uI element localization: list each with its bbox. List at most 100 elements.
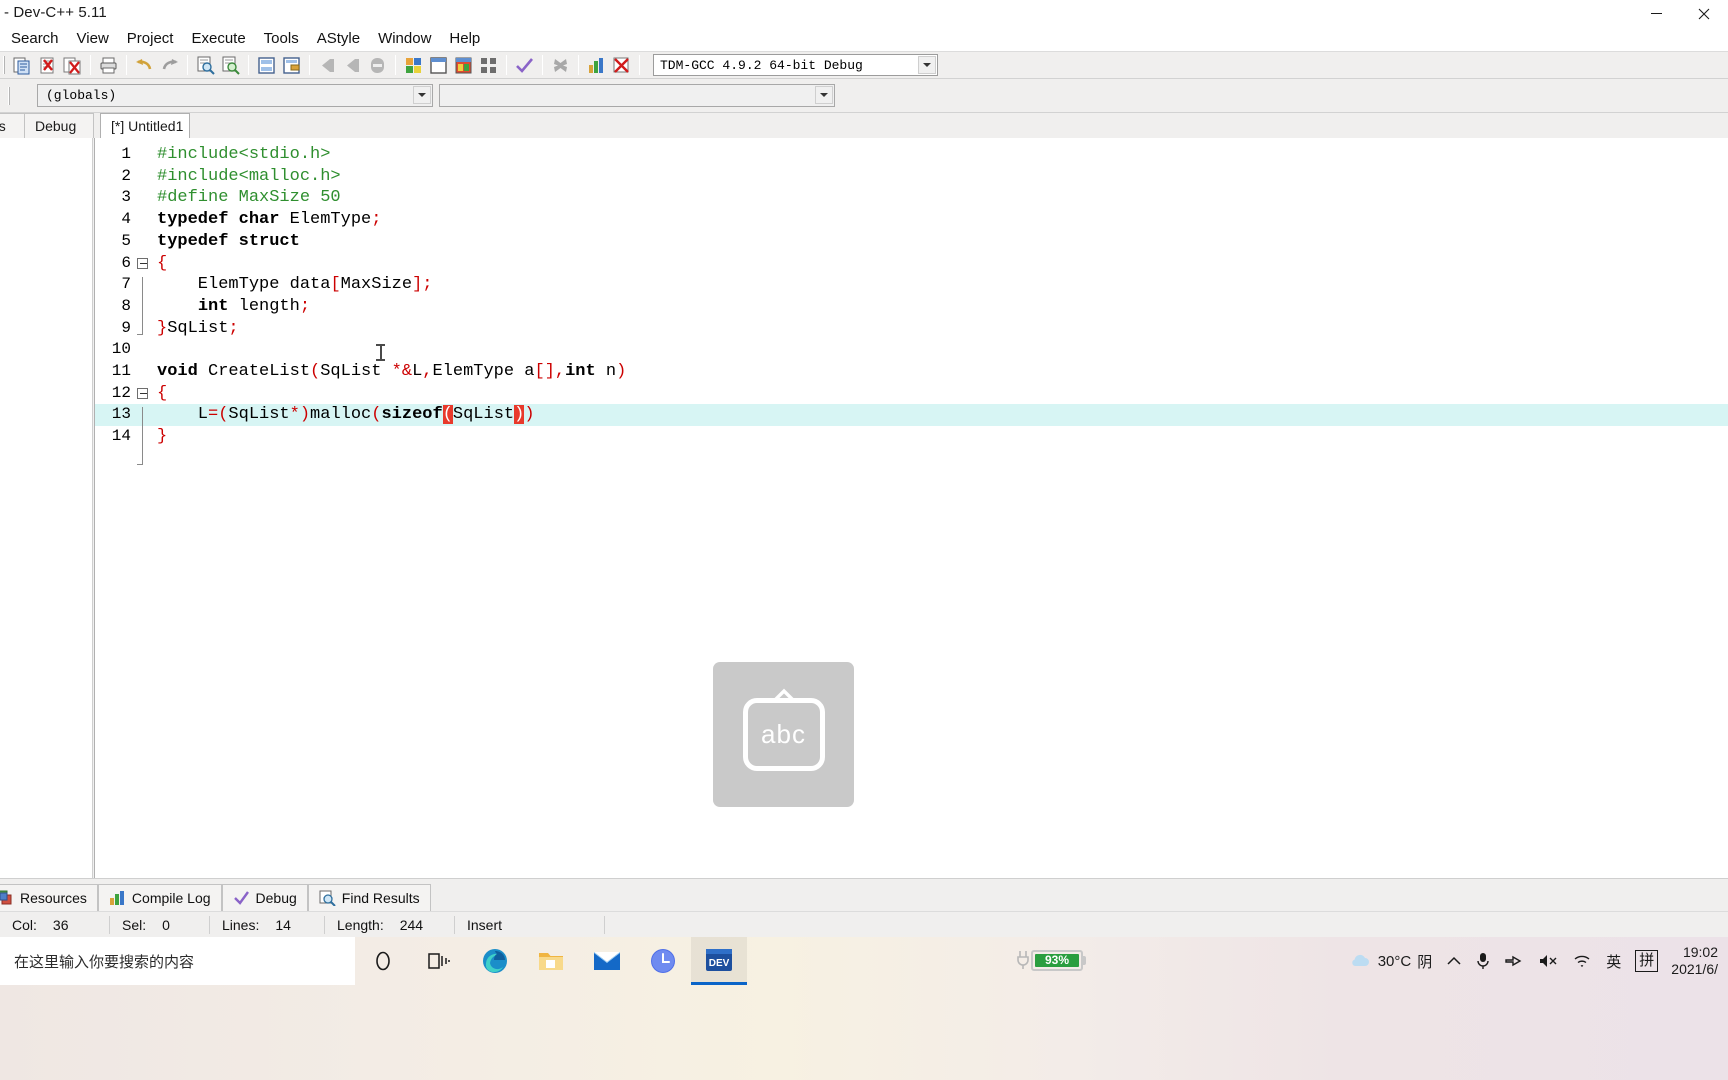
undo-icon[interactable] xyxy=(132,53,157,77)
taskbar-search-box[interactable]: 在这里输入你要搜索的内容 xyxy=(0,937,355,985)
print-icon[interactable] xyxy=(96,53,121,77)
cloud-icon xyxy=(1351,954,1369,966)
debug-icon[interactable] xyxy=(609,53,634,77)
bottom-tab-resources-label: Resources xyxy=(20,890,87,906)
taskbar-clock[interactable]: 19:02 2021/6/ xyxy=(1665,944,1728,979)
chevron-down-icon[interactable] xyxy=(815,86,833,104)
menu-tools[interactable]: Tools xyxy=(255,28,308,49)
onedrive-button[interactable] xyxy=(1497,954,1531,968)
toolbar-grip[interactable] xyxy=(1,54,8,76)
tab-debug-panel[interactable]: Debug xyxy=(24,113,94,138)
code-line[interactable]: 9}SqList; xyxy=(95,318,1728,340)
menu-window[interactable]: Window xyxy=(369,28,440,49)
code-line-text: L=(SqList*)malloc(sizeof(SqList)) xyxy=(157,404,535,426)
cortana-icon[interactable] xyxy=(355,937,411,985)
save-file-icon[interactable] xyxy=(60,53,85,77)
new-file-icon[interactable] xyxy=(10,53,35,77)
battery-indicator[interactable]: 93% xyxy=(1015,949,1086,971)
status-sel: Sel: 0 xyxy=(110,914,210,936)
title-bar: - Dev-C++ 5.11 xyxy=(0,0,1728,28)
forward-icon[interactable] xyxy=(340,53,365,77)
code-editor[interactable]: 1 #include<stdio.h> 2 #include<malloc.h> 3 #d… xyxy=(94,138,1728,878)
menu-execute[interactable]: Execute xyxy=(182,28,254,49)
goto-line-icon[interactable] xyxy=(254,53,279,77)
close-button[interactable] xyxy=(1680,0,1728,28)
class-browser-panel[interactable] xyxy=(0,138,93,878)
code-line[interactable]: 8 int length; xyxy=(95,296,1728,318)
scope-select[interactable]: (globals) xyxy=(37,84,433,107)
code-line[interactable]: 10 xyxy=(95,339,1728,361)
ime-mode-overlay: abc xyxy=(713,662,854,807)
menu-search[interactable]: Search xyxy=(2,28,68,49)
open-file-icon[interactable] xyxy=(35,53,60,77)
goto-function-icon[interactable] xyxy=(279,53,304,77)
compiler-select[interactable]: TDM-GCC 4.9.2 64-bit Debug xyxy=(653,54,938,76)
chevron-down-icon[interactable] xyxy=(413,86,431,104)
back-icon[interactable] xyxy=(315,53,340,77)
fold-toggle-icon[interactable] xyxy=(137,387,148,399)
menu-help[interactable]: Help xyxy=(440,28,489,49)
class-browser-tree[interactable] xyxy=(0,138,92,878)
minimize-button[interactable] xyxy=(1632,0,1680,28)
code-line[interactable]: 12 { xyxy=(95,383,1728,405)
chevron-down-icon[interactable] xyxy=(918,56,936,74)
ime-mode-button[interactable]: 拼 xyxy=(1628,950,1665,972)
tab-untitled1[interactable]: [*] Untitled1 xyxy=(100,113,190,138)
code-token: =( xyxy=(208,405,229,425)
compile-and-run-icon[interactable] xyxy=(451,53,476,77)
syntax-check-icon[interactable] xyxy=(512,53,537,77)
code-token: int xyxy=(565,362,596,381)
stop-icon[interactable] xyxy=(548,53,573,77)
find-icon[interactable] xyxy=(193,53,218,77)
code-line[interactable]: 1 #include<stdio.h> xyxy=(95,144,1728,166)
edge-icon[interactable] xyxy=(467,937,523,985)
code-line[interactable]: 4 typedef char ElemType; xyxy=(95,209,1728,231)
microphone-button[interactable] xyxy=(1469,952,1497,970)
toggle-bookmark-icon[interactable] xyxy=(365,53,390,77)
code-line[interactable]: 14} xyxy=(95,426,1728,448)
redo-icon[interactable] xyxy=(157,53,182,77)
show-hidden-icons-button[interactable] xyxy=(1439,954,1469,968)
bottom-tab-debug[interactable]: Debug xyxy=(221,884,308,911)
code-text-area[interactable]: 1 #include<stdio.h> 2 #include<malloc.h> 3 #d… xyxy=(95,138,1728,878)
code-line[interactable]: 11 void CreateList(SqList *&L,ElemType a[… xyxy=(95,361,1728,383)
bottom-tab-compile-log[interactable]: Compile Log xyxy=(97,884,222,911)
menu-astyle[interactable]: AStyle xyxy=(308,28,369,49)
code-token: ; xyxy=(422,275,433,295)
code-line[interactable]: 7 ElemType data[MaxSize]; xyxy=(95,274,1728,296)
code-token: ; xyxy=(228,318,239,338)
bottom-tab-find-results[interactable]: Find Results xyxy=(307,884,431,911)
status-bar: Col: 36 Sel: 0 Lines: 14 Length: 244 Ins… xyxy=(0,911,1728,937)
compile-icon[interactable] xyxy=(401,53,426,77)
bottom-tab-compile-log-label: Compile Log xyxy=(131,890,211,906)
replace-icon[interactable] xyxy=(218,53,243,77)
code-token: , xyxy=(422,362,433,381)
menu-project[interactable]: Project xyxy=(118,28,183,49)
fold-toggle-icon[interactable] xyxy=(137,257,148,269)
code-line[interactable]: 6{ xyxy=(95,253,1728,275)
volume-button[interactable] xyxy=(1531,953,1565,969)
browser-bar-grip[interactable] xyxy=(6,85,13,107)
member-select[interactable] xyxy=(439,84,835,107)
mail-icon[interactable] xyxy=(579,937,635,985)
rebuild-all-icon[interactable] xyxy=(476,53,501,77)
menu-view[interactable]: View xyxy=(68,28,118,49)
task-view-icon[interactable] xyxy=(411,937,467,985)
weather-widget[interactable]: 30°C 阴 xyxy=(1341,951,1440,972)
fold-guide-end xyxy=(137,334,143,335)
profile-icon[interactable] xyxy=(584,53,609,77)
ime-language-button[interactable]: 英 xyxy=(1599,951,1628,972)
code-line[interactable]: 13 L=(SqList*)malloc(sizeof(SqList)) xyxy=(95,404,1728,427)
bottom-tab-resources[interactable]: Resources xyxy=(0,884,98,911)
dev-cpp-icon[interactable]: DEV xyxy=(691,937,747,985)
code-line-text: #include<stdio.h> xyxy=(157,144,330,166)
debug-check-icon xyxy=(233,891,249,905)
code-line[interactable]: 3 #define MaxSize 50 xyxy=(95,187,1728,209)
file-explorer-icon[interactable] xyxy=(523,937,579,985)
code-line[interactable]: 2 #include<malloc.h> xyxy=(95,166,1728,188)
network-button[interactable] xyxy=(1565,953,1599,969)
clock-app-icon[interactable] xyxy=(635,937,691,985)
run-icon[interactable] xyxy=(426,53,451,77)
code-line[interactable]: 5 typedef struct xyxy=(95,231,1728,253)
code-token: sizeof xyxy=(381,405,443,425)
